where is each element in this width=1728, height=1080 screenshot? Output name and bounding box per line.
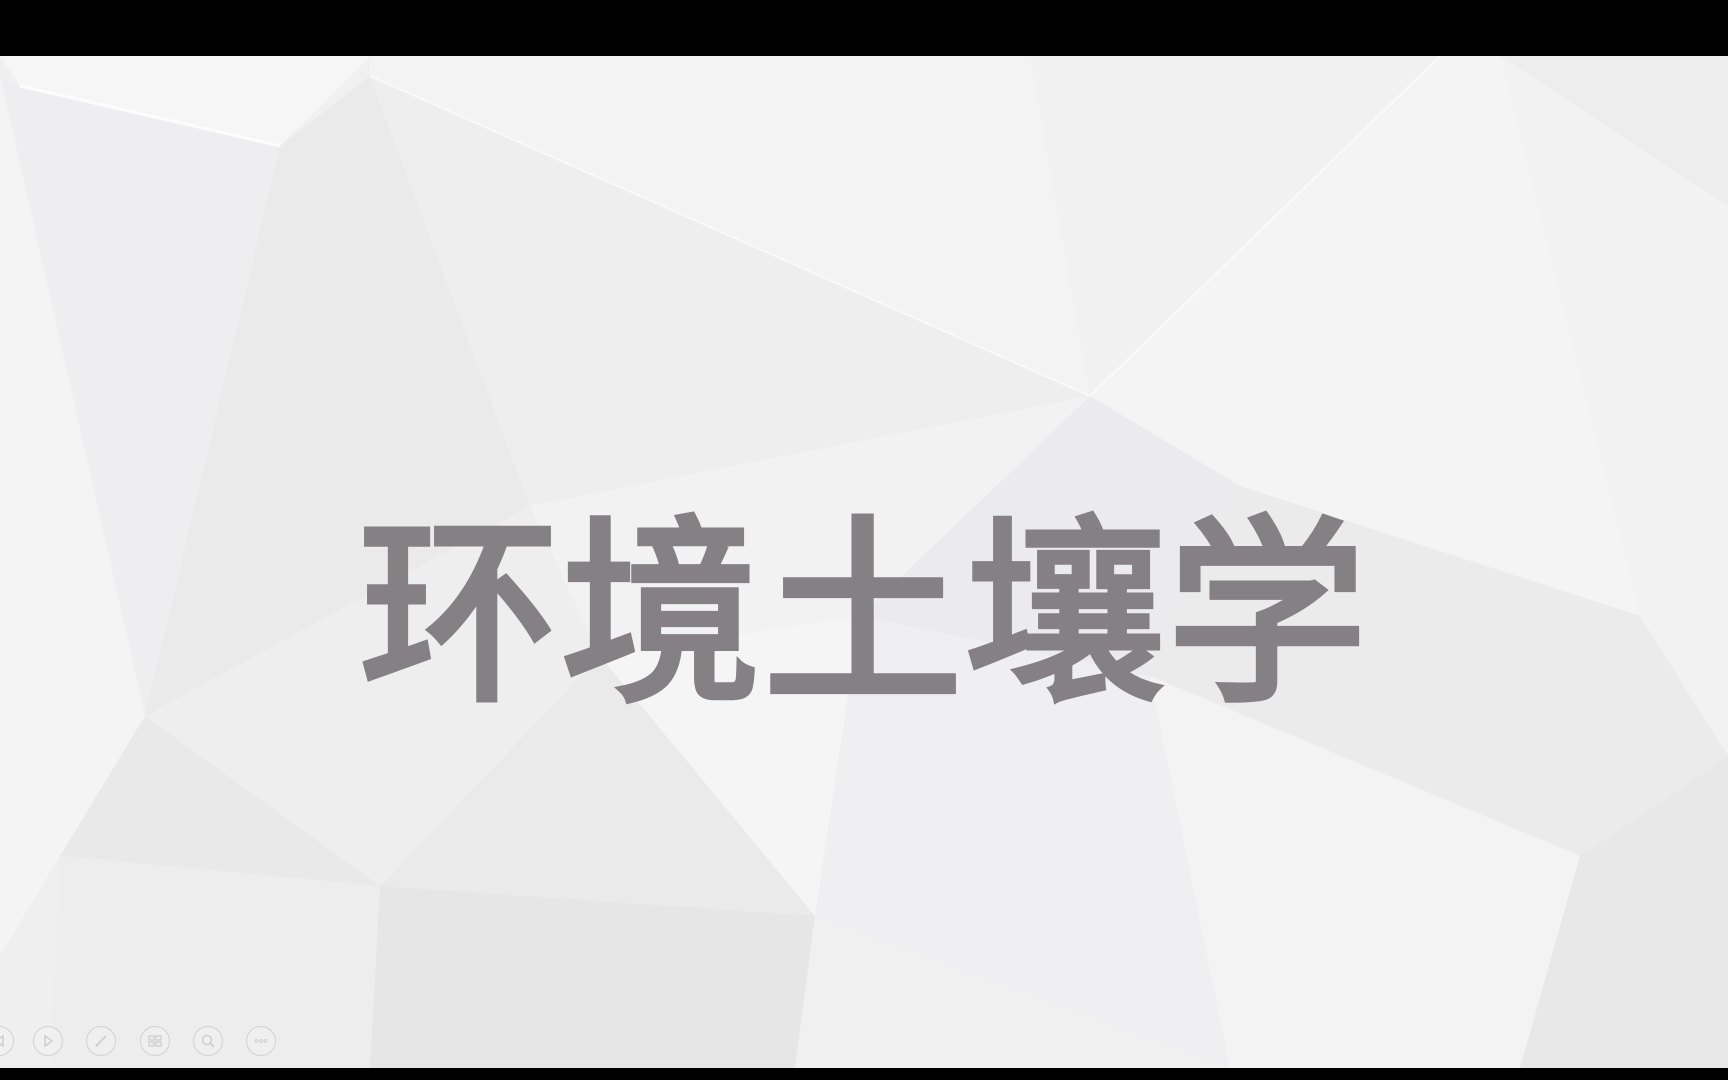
more-options-icon bbox=[254, 1039, 268, 1043]
slide[interactable]: 环境土壤学 bbox=[0, 56, 1728, 1068]
slideshow-toolbar bbox=[0, 1026, 290, 1058]
pen-button[interactable] bbox=[86, 1026, 116, 1056]
slide-sorter-icon bbox=[148, 1035, 162, 1047]
slide-sorter-button[interactable] bbox=[140, 1026, 170, 1056]
next-slide-icon bbox=[44, 1034, 54, 1048]
pen-icon bbox=[95, 1035, 107, 1047]
next-slide-button[interactable] bbox=[33, 1026, 63, 1056]
more-options-button[interactable] bbox=[246, 1026, 276, 1056]
zoom-icon bbox=[201, 1034, 215, 1048]
presentation-screen: 环境土壤学 bbox=[0, 0, 1728, 1080]
slide-title: 环境土壤学 bbox=[358, 499, 1369, 732]
previous-slide-button[interactable] bbox=[0, 1026, 14, 1056]
zoom-button[interactable] bbox=[193, 1026, 223, 1056]
previous-slide-icon bbox=[0, 1034, 4, 1048]
